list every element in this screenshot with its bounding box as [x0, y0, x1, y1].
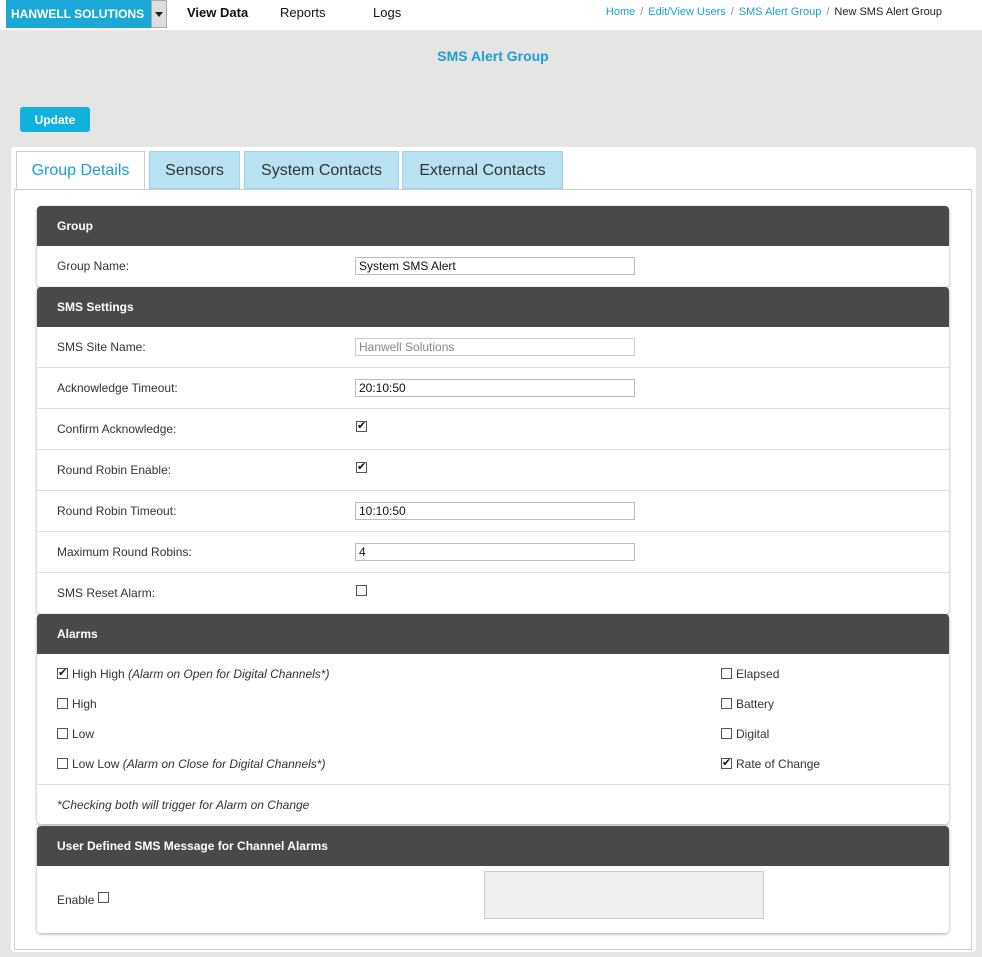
alarm-low-low[interactable]: Low Low (Alarm on Close for Digital Chan… — [57, 757, 325, 771]
breadcrumb-edit-view-users[interactable]: Edit/View Users — [648, 6, 725, 18]
alarms-footnote: *Checking both will trigger for Alarm on… — [57, 798, 310, 812]
nav-logs[interactable]: Logs — [373, 5, 401, 20]
battery-label: Battery — [736, 697, 775, 711]
sms-site-name-row: SMS Site Name: — [37, 327, 949, 368]
low-low-checkbox[interactable] — [57, 758, 68, 770]
page-title: SMS Alert Group — [437, 48, 549, 64]
breadcrumb-sms-alert-group[interactable]: SMS Alert Group — [739, 6, 822, 18]
high-high-note: (Alarm on Open for Digital Channels*) — [128, 667, 330, 681]
ack-timeout-row: Acknowledge Timeout: — [37, 368, 949, 409]
elapsed-checkbox[interactable] — [721, 668, 732, 680]
alarm-rate-of-change[interactable]: Rate of Change — [721, 756, 821, 771]
max-rr-row: Maximum Round Robins: — [37, 532, 949, 573]
digital-checkbox[interactable] — [721, 728, 732, 740]
enable-checkbox[interactable] — [97, 892, 109, 904]
alarm-high-high[interactable]: High High (Alarm on Open for Digital Cha… — [57, 666, 330, 681]
rate-of-change-label: Rate of Change — [736, 757, 821, 771]
alarm-elapsed[interactable]: Elapsed — [721, 667, 779, 681]
battery-checkbox[interactable] — [721, 698, 732, 710]
group-section: Group Group Name: — [37, 206, 949, 287]
rr-timeout-row: Round Robin Timeout: — [37, 491, 949, 532]
update-button[interactable]: Update — [20, 107, 90, 132]
confirm-ack-checkbox[interactable] — [356, 419, 367, 433]
tab-system-contacts[interactable]: System Contacts — [244, 151, 399, 189]
nav-view-data[interactable]: View Data — [187, 5, 248, 20]
enable-message[interactable]: Enable — [57, 892, 113, 907]
group-name-input[interactable] — [355, 257, 635, 275]
rr-enable-checkbox[interactable] — [356, 460, 367, 474]
brand-selector[interactable]: HANWELL SOLUTIONS — [6, 0, 151, 28]
confirm-ack-label: Confirm Acknowledge: — [57, 422, 177, 436]
section-header-user-message: User Defined SMS Message for Channel Ala… — [37, 826, 949, 866]
sms-settings-section: SMS Settings SMS Site Name: Acknowledge … — [37, 287, 949, 614]
max-rr-input[interactable] — [355, 543, 635, 561]
section-header-alarms: Alarms — [37, 614, 949, 654]
high-checkbox[interactable] — [57, 698, 68, 710]
digital-label: Digital — [736, 727, 770, 741]
confirm-ack-row: Confirm Acknowledge: — [37, 409, 949, 450]
user-message-body: Enable — [37, 866, 949, 933]
max-rr-label: Maximum Round Robins: — [57, 545, 192, 559]
section-header-sms-settings: SMS Settings — [37, 287, 949, 327]
low-checkbox[interactable] — [57, 728, 68, 740]
reset-alarm-label: SMS Reset Alarm: — [57, 586, 156, 600]
alarms-divider — [37, 784, 949, 785]
nav-reports[interactable]: Reports — [280, 5, 326, 20]
alarm-digital[interactable]: Digital — [721, 727, 769, 741]
rr-timeout-label: Round Robin Timeout: — [57, 504, 177, 518]
rr-timeout-input[interactable] — [355, 502, 635, 520]
reset-alarm-row: SMS Reset Alarm: — [37, 573, 949, 614]
alarm-high[interactable]: High — [57, 697, 97, 711]
breadcrumb: Home / Edit/View Users / SMS Alert Group / New… — [605, 6, 942, 18]
sms-site-name-label: SMS Site Name: — [57, 340, 146, 354]
breadcrumb-home[interactable]: Home — [606, 6, 635, 18]
user-message-section: User Defined SMS Message for Channel Ala… — [37, 826, 949, 933]
enable-label: Enable — [57, 893, 95, 907]
tab-sensors[interactable]: Sensors — [149, 151, 240, 189]
elapsed-label: Elapsed — [736, 667, 780, 681]
high-high-label: High High — [72, 667, 125, 681]
low-low-note: (Alarm on Close for Digital Channels*) — [122, 757, 326, 771]
group-name-label: Group Name: — [57, 259, 130, 273]
high-high-checkbox[interactable] — [57, 666, 68, 680]
group-name-row: Group Name: — [37, 246, 949, 287]
alarm-battery[interactable]: Battery — [721, 697, 774, 711]
sms-message-textarea[interactable] — [484, 871, 764, 919]
low-label: Low — [72, 727, 95, 741]
reset-alarm-checkbox[interactable] — [356, 585, 367, 596]
alarms-section: Alarms High High (Alarm on Open for Digi… — [37, 614, 949, 824]
chevron-down-icon[interactable] — [151, 0, 167, 28]
sms-site-name-input — [355, 338, 635, 356]
tab-group-details[interactable]: Group Details — [16, 151, 145, 189]
ack-timeout-input[interactable] — [355, 379, 635, 397]
breadcrumb-current: New SMS Alert Group — [834, 6, 942, 18]
tab-external-contacts[interactable]: External Contacts — [402, 151, 563, 189]
rr-enable-label: Round Robin Enable: — [57, 463, 172, 477]
low-low-label: Low Low — [72, 757, 120, 771]
ack-timeout-label: Acknowledge Timeout: — [57, 381, 178, 395]
high-label: High — [72, 697, 97, 711]
rr-enable-row: Round Robin Enable: — [37, 450, 949, 491]
section-header-group: Group — [37, 206, 949, 246]
top-bar: HANWELL SOLUTIONS View Data Reports Logs… — [0, 0, 982, 30]
alarm-low[interactable]: Low — [57, 727, 94, 741]
rate-of-change-checkbox[interactable] — [721, 756, 732, 770]
